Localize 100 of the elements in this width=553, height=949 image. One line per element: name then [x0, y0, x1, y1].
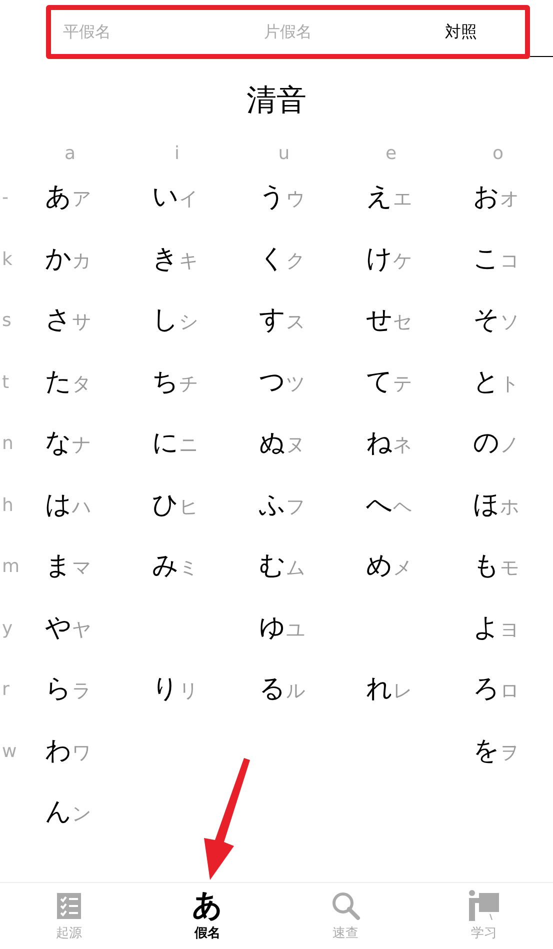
hiragana-char: ほ: [473, 488, 500, 522]
katakana-char: エ: [393, 187, 412, 212]
katakana-char: セ: [393, 310, 412, 336]
katakana-char: ユ: [286, 618, 305, 643]
vowel-header: o: [492, 142, 504, 166]
katakana-char: ト: [500, 372, 519, 397]
segment-tab[interactable]: 片假名: [264, 20, 312, 44]
katakana-char: カ: [72, 248, 91, 274]
hiragana-char: け: [366, 242, 393, 276]
katakana-char: ウ: [286, 187, 305, 212]
katakana-char: ソ: [500, 310, 519, 336]
teacher-icon: [468, 890, 500, 922]
vowel-header: e: [385, 142, 397, 166]
hiragana-char: お: [473, 181, 500, 214]
checklist-icon: [56, 892, 82, 920]
hiragana-char: つ: [259, 366, 286, 399]
nav-tab[interactable]: 起源: [0, 883, 138, 949]
nav-tab[interactable]: あ 假名: [138, 883, 276, 949]
hiragana-char: て: [366, 366, 393, 399]
tab-glyph: あ: [192, 890, 223, 922]
katakana-char: メ: [393, 556, 412, 582]
hiragana-char: よ: [473, 612, 500, 645]
hiragana-char: れ: [366, 673, 393, 706]
katakana-char: ム: [286, 556, 305, 582]
hiragana-char: き: [152, 242, 179, 276]
consonant-label: r: [2, 679, 10, 700]
hiragana-char: の: [473, 427, 500, 460]
consonant-label: m: [2, 556, 20, 578]
segment-tab[interactable]: 対照: [445, 20, 477, 44]
katakana-char: モ: [500, 556, 519, 582]
hiragana-char: ふ: [259, 488, 286, 522]
katakana-char: ヘ: [393, 494, 412, 520]
hiragana-char: ひ: [152, 488, 179, 522]
nav-tab[interactable]: 速查: [276, 883, 415, 949]
hiragana-char: ま: [45, 550, 72, 584]
katakana-char: キ: [179, 248, 198, 274]
vowel-header: i: [174, 142, 180, 166]
katakana-char: チ: [179, 372, 198, 397]
consonant-label: k: [2, 248, 12, 270]
katakana-char: ハ: [72, 494, 91, 520]
consonant-label: -: [2, 187, 8, 208]
hiragana-char: む: [259, 550, 286, 584]
nav-tab[interactable]: 学习: [414, 883, 553, 949]
katakana-char: フ: [286, 494, 305, 520]
hiragana-char: も: [473, 550, 500, 584]
katakana-char: イ: [179, 187, 198, 212]
hiragana-char: ぬ: [259, 427, 286, 460]
katakana-char: サ: [72, 310, 91, 336]
katakana-char: ケ: [393, 248, 412, 274]
hiragana-char: か: [45, 242, 72, 276]
katakana-char: タ: [72, 372, 91, 397]
katakana-char: ツ: [286, 372, 305, 397]
katakana-char: コ: [500, 248, 519, 274]
katakana-char: シ: [179, 310, 198, 336]
hiragana-char: い: [152, 181, 179, 214]
katakana-char: テ: [393, 372, 412, 397]
katakana-char: ロ: [500, 679, 519, 704]
hiragana-char: ち: [152, 366, 179, 399]
hiragana-char: な: [45, 427, 72, 460]
katakana-char: ヲ: [500, 740, 519, 766]
hiragana-char: せ: [366, 304, 393, 338]
hiragana-char: と: [473, 366, 500, 399]
hiragana-char: ね: [366, 427, 393, 460]
hiragana-char: わ: [45, 734, 72, 768]
katakana-char: オ: [500, 187, 519, 212]
katakana-char: レ: [393, 679, 412, 704]
hiragana-char: ん: [45, 796, 72, 830]
katakana-char: ン: [72, 802, 91, 828]
katakana-char: ホ: [500, 494, 519, 520]
hiragana-char: ろ: [473, 673, 500, 706]
consonant-label: n: [2, 433, 14, 454]
hiragana-char: ゆ: [259, 612, 286, 645]
katakana-char: ワ: [72, 740, 91, 766]
katakana-char: ス: [286, 310, 305, 336]
katakana-char: ネ: [393, 433, 412, 458]
hiragana-char: は: [45, 488, 72, 522]
consonant-label: y: [2, 618, 13, 639]
consonant-label: h: [2, 494, 14, 516]
hiragana-char: こ: [473, 242, 500, 276]
hiragana-char: や: [45, 612, 72, 645]
katakana-char: ヌ: [286, 433, 305, 458]
consonant-label: w: [2, 740, 17, 762]
katakana-char: ナ: [72, 433, 91, 458]
hiragana-char: そ: [473, 304, 500, 338]
hiragana-char: し: [152, 304, 179, 338]
segment-tab[interactable]: 平假名: [63, 20, 111, 44]
hiragana-char: る: [259, 673, 286, 706]
katakana-char: マ: [72, 556, 91, 582]
hiragana-char: た: [45, 366, 72, 399]
search-icon: [330, 890, 361, 921]
hiragana-char: り: [152, 673, 179, 706]
katakana-char: ル: [286, 679, 305, 704]
katakana-char: リ: [179, 679, 198, 704]
hiragana-char: す: [259, 304, 286, 338]
hiragana-char: さ: [45, 304, 72, 338]
katakana-char: ア: [72, 187, 91, 212]
hiragana-char: え: [366, 181, 393, 214]
katakana-char: ノ: [500, 433, 519, 458]
hiragana-char: あ: [45, 181, 72, 214]
katakana-char: ク: [286, 248, 305, 274]
